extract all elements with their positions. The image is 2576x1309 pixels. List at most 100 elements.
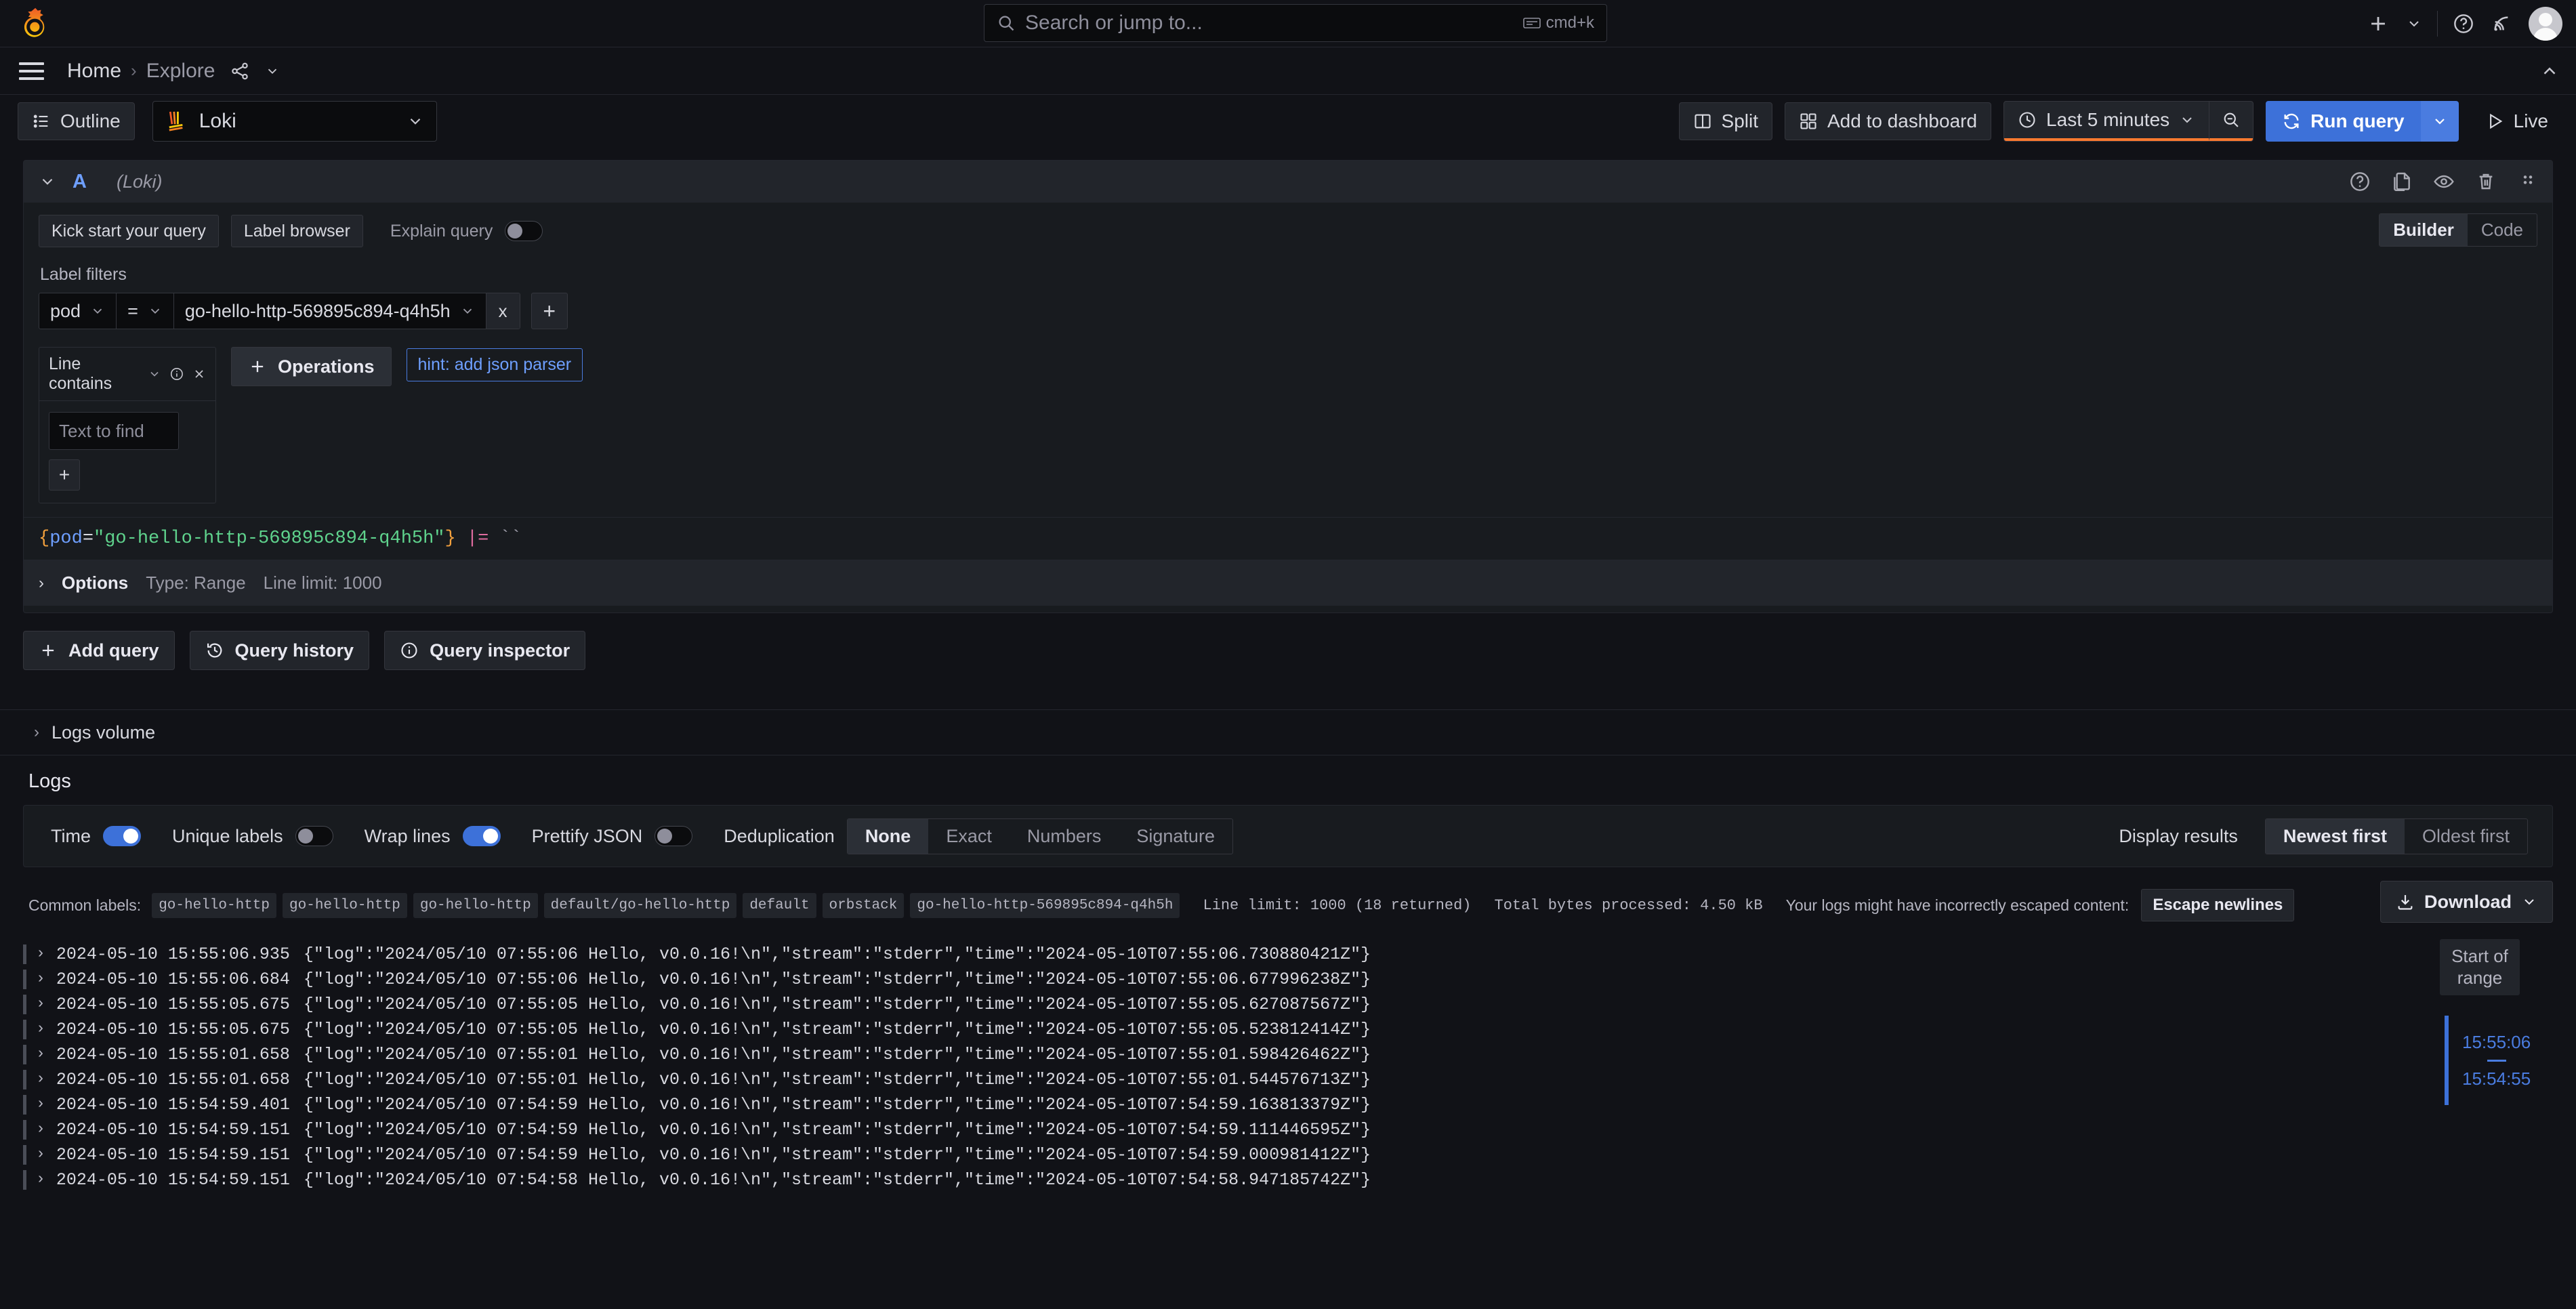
run-query-dropdown-caret[interactable] [2420, 101, 2459, 142]
help-circle-icon[interactable] [2445, 13, 2482, 35]
common-label-badge[interactable]: go-hello-http [152, 892, 277, 918]
add-label-filter-button[interactable]: + [531, 293, 568, 329]
line-contains-input[interactable]: Text to find [49, 412, 179, 450]
query-expression-preview[interactable]: {pod="go-hello-http-569895c894-q4h5h"} |… [24, 517, 2552, 560]
log-row[interactable]: › 2024-05-10 15:55:01.658 {"log":"2024/05/… [23, 1042, 2553, 1067]
tab-builder[interactable]: Builder [2380, 214, 2468, 246]
escape-newlines-button[interactable]: Escape newlines [2141, 889, 2295, 921]
tab-code[interactable]: Code [2468, 214, 2537, 246]
log-row-expand-caret-icon[interactable]: › [36, 1170, 45, 1188]
log-row-expand-caret-icon[interactable]: › [36, 1020, 45, 1037]
share-icon[interactable] [230, 61, 250, 81]
duplicate-query-icon[interactable] [2391, 171, 2413, 192]
query-help-icon[interactable] [2349, 171, 2371, 192]
label-filter-key-select[interactable]: pod [39, 293, 117, 329]
time-range-button[interactable]: Last 5 minutes [2004, 102, 2209, 141]
time-toggle[interactable] [103, 826, 141, 846]
prettify-json-label: Prettify JSON [531, 825, 643, 846]
operations-button[interactable]: Operations [231, 347, 392, 386]
common-label-badge[interactable]: go-hello-http-569895c894-q4h5h [910, 892, 1180, 918]
expr-open-brace: { [39, 528, 50, 549]
log-row[interactable]: › 2024-05-10 15:54:59.151 {"log":"2024/05/… [23, 1167, 2553, 1192]
dedup-option-numbers[interactable]: Numbers [1010, 819, 1119, 854]
explore-content: A (Loki) Kick start your query Label bro… [0, 160, 2576, 1192]
operation-add-param-button[interactable]: + [49, 459, 80, 491]
log-row[interactable]: › 2024-05-10 15:55:06.935 {"log":"2024/05/… [23, 942, 2553, 967]
logs-volume-section[interactable]: › Logs volume [0, 709, 2576, 755]
add-query-button[interactable]: Add query [23, 631, 175, 670]
wrap-lines-toggle[interactable] [462, 826, 501, 846]
query-options-row[interactable]: › Options Type: Range Line limit: 1000 [24, 560, 2552, 606]
operation-info-icon[interactable] [169, 366, 184, 382]
grafana-logo[interactable] [18, 5, 54, 42]
log-row-expand-caret-icon[interactable]: › [36, 1045, 45, 1062]
live-button[interactable]: Live [2471, 102, 2562, 140]
options-expand-caret-icon[interactable]: › [39, 574, 44, 593]
line-limit-meta: Line limit: 1000 (18 returned) [1203, 896, 1472, 914]
outline-button[interactable]: Outline [18, 102, 135, 140]
log-row[interactable]: › 2024-05-10 15:54:59.401 {"log":"2024/05/… [23, 1092, 2553, 1117]
query-inspector-button[interactable]: Query inspector [384, 631, 586, 670]
dedup-option-exact[interactable]: Exact [928, 819, 1010, 854]
kick-start-query-button[interactable]: Kick start your query [39, 215, 219, 247]
zoom-out-time-range-button[interactable] [2209, 102, 2253, 141]
log-row-expand-caret-icon[interactable]: › [36, 1070, 45, 1087]
log-row-expand-caret-icon[interactable]: › [36, 1145, 45, 1163]
breadcrumb-item-home[interactable]: Home [67, 60, 121, 83]
search-icon [999, 16, 1014, 31]
query-history-button[interactable]: Query history [189, 631, 370, 670]
unique-labels-toggle[interactable] [295, 826, 333, 846]
drag-handle-icon[interactable] [2517, 171, 2539, 192]
log-row-message: {"log":"2024/05/10 07:54:59 Hello, v0.0.… [303, 1120, 1371, 1140]
common-label-badge[interactable]: go-hello-http [413, 892, 538, 918]
datasource-picker[interactable]: Loki [152, 101, 437, 142]
operation-chevron-down-icon[interactable] [148, 367, 161, 381]
log-row[interactable]: › 2024-05-10 15:55:05.675 {"log":"2024/05/… [23, 1017, 2553, 1042]
common-label-badge[interactable]: default/go-hello-http [543, 892, 737, 918]
query-collapse-chevron-down-icon[interactable] [39, 173, 56, 190]
log-row[interactable]: › 2024-05-10 15:55:01.658 {"log":"2024/05/… [23, 1067, 2553, 1092]
run-query-button[interactable]: Run query [2266, 101, 2421, 142]
split-button[interactable]: Split [1678, 102, 1772, 140]
log-row-level-bar [23, 944, 26, 964]
log-row-expand-caret-icon[interactable]: › [36, 970, 45, 987]
remove-label-filter-button[interactable]: x [486, 293, 520, 329]
label-filter-operator-select[interactable]: = [117, 293, 174, 329]
display-option-newest-first[interactable]: Newest first [2265, 818, 2405, 854]
new-button[interactable] [2359, 12, 2398, 35]
log-row[interactable]: › 2024-05-10 15:55:05.675 {"log":"2024/05/… [23, 992, 2553, 1017]
display-option-oldest-first[interactable]: Oldest first [2405, 819, 2527, 854]
log-row[interactable]: › 2024-05-10 15:55:06.684 {"log":"2024/05/… [23, 967, 2553, 992]
hint-add-json-parser-button[interactable]: hint: add json parser [406, 348, 583, 381]
search-input[interactable]: Search or jump to... cmd+k [984, 4, 1607, 42]
news-rss-icon[interactable] [2482, 13, 2520, 35]
log-row-expand-caret-icon[interactable]: › [36, 1120, 45, 1138]
log-row-expand-caret-icon[interactable]: › [36, 1095, 45, 1113]
common-label-badge[interactable]: default [743, 892, 816, 918]
hide-response-eye-icon[interactable] [2433, 171, 2455, 192]
query-ref-id[interactable]: A [72, 171, 87, 193]
log-row[interactable]: › 2024-05-10 15:54:59.151 {"log":"2024/05/… [23, 1117, 2553, 1142]
dedup-option-none[interactable]: None [847, 818, 929, 854]
operation-remove-icon[interactable] [192, 367, 206, 381]
prettify-json-toggle[interactable] [655, 826, 693, 846]
new-dropdown-caret[interactable] [2398, 16, 2430, 32]
explain-query-toggle[interactable] [505, 221, 543, 241]
log-row-expand-caret-icon[interactable]: › [36, 995, 45, 1012]
common-label-badge[interactable]: go-hello-http [283, 892, 407, 918]
breadcrumb-chevron-down-icon[interactable] [265, 64, 280, 79]
hamburger-menu-icon[interactable] [19, 62, 44, 80]
breadcrumb-item-explore[interactable]: Explore [146, 60, 215, 83]
add-to-dashboard-button[interactable]: Add to dashboard [1784, 102, 1992, 140]
label-browser-button[interactable]: Label browser [230, 215, 363, 247]
log-row-expand-caret-icon[interactable]: › [36, 944, 45, 962]
dedup-option-signature[interactable]: Signature [1119, 819, 1232, 854]
common-label-badge[interactable]: orbstack [822, 892, 905, 918]
delete-query-trash-icon[interactable] [2475, 171, 2497, 192]
user-avatar[interactable] [2529, 7, 2562, 41]
label-filter-value-select[interactable]: go-hello-http-569895c894-q4h5h [174, 293, 486, 329]
top-nav-actions [2359, 0, 2562, 47]
collapse-chevron-up-icon[interactable] [2539, 61, 2560, 81]
log-row[interactable]: › 2024-05-10 15:54:59.151 {"log":"2024/05/… [23, 1142, 2553, 1167]
download-button[interactable]: Download [2380, 881, 2553, 923]
